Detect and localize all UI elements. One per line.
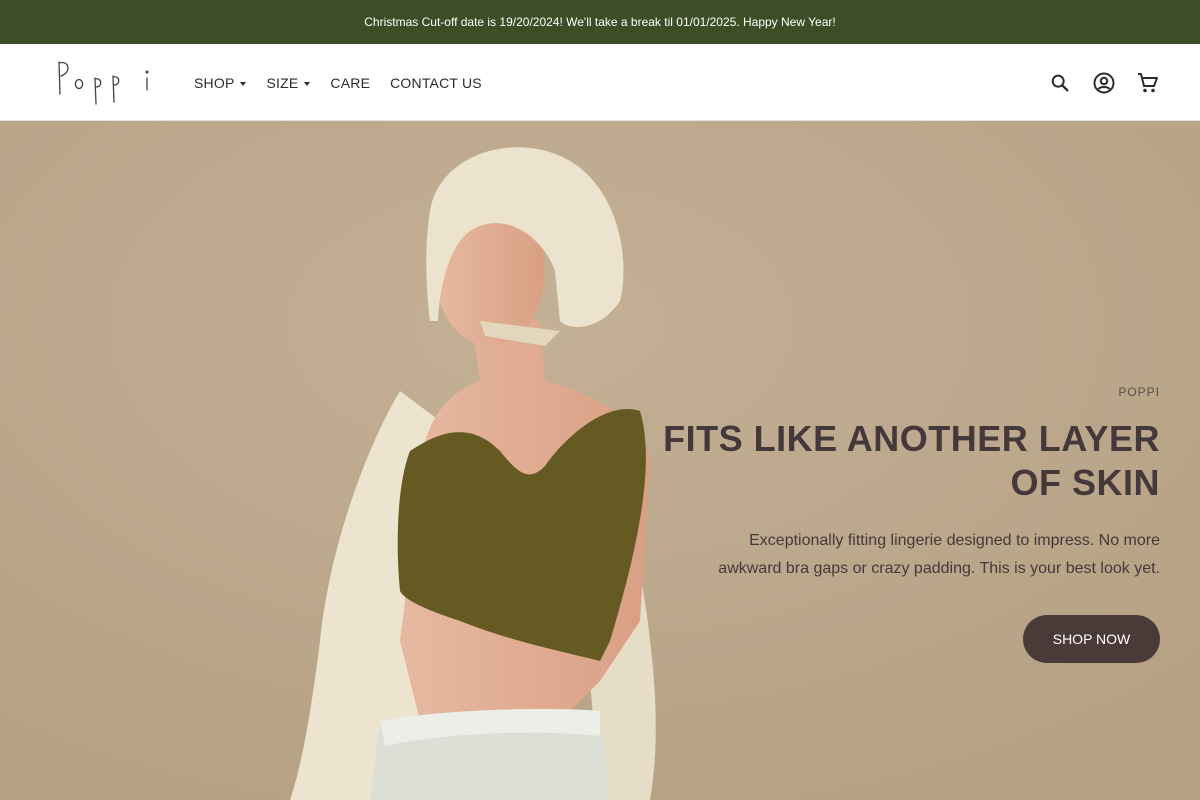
nav-contact-us[interactable]: CONTACT US bbox=[390, 75, 482, 91]
hero-headline-line1: FITS LIKE ANOTHER LAYER bbox=[663, 418, 1160, 459]
nav-care-label: CARE bbox=[330, 74, 371, 91]
caret-down-icon bbox=[304, 81, 311, 86]
hero-subtext: Exceptionally fitting lingerie designed … bbox=[640, 527, 1160, 583]
nav-size-label: SIZE bbox=[266, 74, 299, 91]
nav-shop[interactable]: SHOP bbox=[194, 74, 247, 91]
hero-subtext-line1: Exceptionally fitting lingerie designed … bbox=[749, 532, 1160, 549]
nav-contact-label: CONTACT US bbox=[390, 74, 482, 91]
announcement-bar: Christmas Cut-off date is 19/20/2024! We… bbox=[0, 0, 1200, 44]
header-icons bbox=[1048, 44, 1160, 121]
nav-size[interactable]: SIZE bbox=[266, 74, 311, 91]
nav-shop-label: SHOP bbox=[194, 74, 235, 91]
main-nav: SHOP SIZE CARE CONTACT US bbox=[194, 44, 482, 121]
hero-content: POPPI FITS LIKE ANOTHER LAYER OF SKIN Ex… bbox=[640, 385, 1160, 663]
caret-down-icon bbox=[240, 81, 247, 86]
hero-banner: POPPI FITS LIKE ANOTHER LAYER OF SKIN Ex… bbox=[0, 121, 1200, 800]
cart-icon[interactable] bbox=[1136, 71, 1160, 95]
hero-headline: FITS LIKE ANOTHER LAYER OF SKIN bbox=[640, 417, 1160, 505]
shop-now-button[interactable]: SHOP NOW bbox=[1023, 615, 1160, 663]
hero-subtext-line2: awkward bra gaps or crazy padding. This … bbox=[718, 560, 1160, 577]
hero-headline-line2: OF SKIN bbox=[1010, 462, 1160, 503]
search-icon[interactable] bbox=[1048, 71, 1072, 95]
nav-care[interactable]: CARE bbox=[330, 75, 370, 91]
announcement-text: Christmas Cut-off date is 19/20/2024! We… bbox=[364, 15, 836, 29]
brand-logo[interactable] bbox=[55, 56, 155, 108]
account-icon[interactable] bbox=[1092, 71, 1116, 95]
hero-eyebrow: POPPI bbox=[1118, 385, 1160, 399]
site-header: SHOP SIZE CARE CONTACT US bbox=[0, 44, 1200, 121]
logo-wordmark bbox=[58, 61, 149, 105]
